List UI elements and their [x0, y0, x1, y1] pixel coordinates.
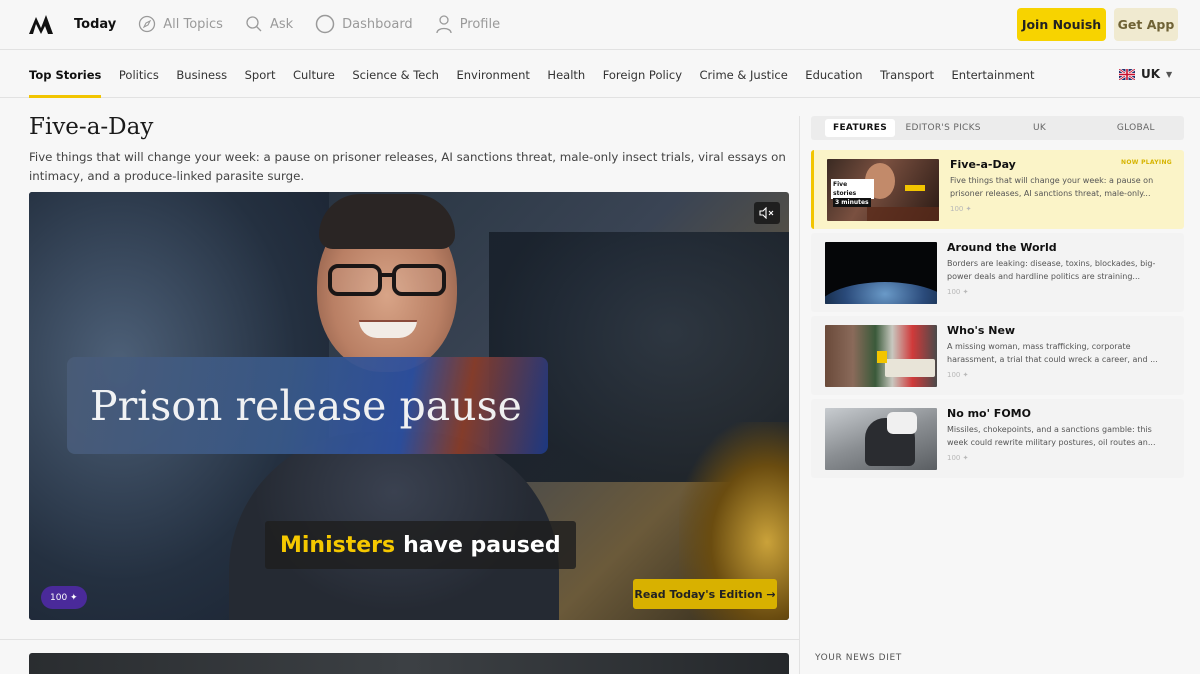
category-environment[interactable]: Environment	[456, 51, 529, 98]
category-science-tech[interactable]: Science & Tech	[352, 51, 439, 98]
search-icon	[246, 16, 262, 32]
user-icon	[436, 15, 452, 34]
circle-icon	[315, 14, 335, 34]
glasses-shape	[328, 264, 446, 296]
person-hair	[319, 194, 455, 249]
thumb-masthead	[867, 207, 939, 221]
thumb-tag	[905, 185, 925, 191]
feature-stat: 100 ✦	[947, 288, 969, 296]
next-story-thumbnail[interactable]	[29, 653, 789, 674]
feature-list: Five stories 3 minutes Five-a-Day NOW PL…	[811, 150, 1184, 482]
feature-thumbnail	[825, 242, 937, 304]
thumb-tag	[877, 351, 887, 363]
category-transport[interactable]: Transport	[880, 51, 934, 98]
news-diet-heading: YOUR NEWS DIET	[815, 653, 902, 663]
read-edition-button[interactable]: Read Today's Edition →	[633, 579, 777, 609]
feature-description: Borders are leaking: disease, toxins, bl…	[947, 259, 1156, 281]
tab-global[interactable]: GLOBAL	[1088, 116, 1184, 140]
tab-features[interactable]: FEATURES	[825, 119, 895, 137]
get-app-button[interactable]: Get App	[1114, 8, 1178, 41]
sidebar-divider	[799, 116, 800, 674]
category-crime-justice[interactable]: Crime & Justice	[700, 51, 788, 98]
category-entertainment[interactable]: Entertainment	[952, 51, 1035, 98]
hero-video[interactable]: Prison release pause Ministers have paus…	[29, 192, 789, 620]
nav-all-topics[interactable]: All Topics	[138, 15, 223, 33]
nav-label: Ask	[269, 16, 294, 32]
sidebar-tabs: FEATURES EDITOR'S PICKS UK GLOBAL	[811, 116, 1184, 140]
top-bar: Today All Topics Ask Dashboard Profile J…	[0, 0, 1200, 50]
category-foreign-policy[interactable]: Foreign Policy	[603, 51, 682, 98]
subtitle-highlight: Ministers	[280, 532, 396, 558]
smile-shape	[359, 320, 417, 338]
category-list: Top Stories Politics Business Sport Culture S…	[29, 51, 1052, 98]
thumb-label-2: 3 minutes	[833, 198, 871, 207]
feature-title: Five-a-Day	[950, 158, 1016, 171]
feature-item-five-a-day[interactable]: Five stories 3 minutes Five-a-Day NOW PL…	[811, 150, 1184, 229]
nav-profile[interactable]: Profile	[435, 14, 500, 34]
logo-icon[interactable]	[28, 12, 54, 36]
nav-label: Profile	[459, 16, 501, 32]
mute-button[interactable]	[754, 202, 780, 224]
now-playing-label: NOW PLAYING	[1121, 159, 1172, 166]
hero-caption-text: Prison release pause	[90, 381, 522, 430]
feature-thumbnail: Five stories 3 minutes	[827, 159, 939, 221]
video-subtitle: Ministers have paused	[265, 521, 576, 569]
thumb-sign	[885, 359, 935, 377]
category-bar: Top Stories Politics Business Sport Culture S…	[0, 51, 1200, 98]
page-title: Five-a-Day	[29, 114, 154, 140]
thumb-shirt	[887, 412, 917, 434]
category-culture[interactable]: Culture	[293, 51, 335, 98]
join-button[interactable]: Join Nouish	[1017, 8, 1106, 41]
nav-ask[interactable]: Ask	[245, 15, 293, 33]
category-politics[interactable]: Politics	[119, 51, 159, 98]
compass-icon	[139, 15, 156, 33]
feature-stat: 100 ✦	[947, 454, 969, 462]
points-badge: 100 ✦	[41, 586, 87, 609]
nav-label: Dashboard	[342, 16, 413, 32]
nav-label: Today	[74, 16, 117, 32]
category-sport[interactable]: Sport	[245, 51, 276, 98]
top-nav: Today All Topics Ask Dashboard Profile	[74, 0, 522, 48]
category-top-stories[interactable]: Top Stories	[29, 51, 102, 98]
hero-caption: Prison release pause	[67, 357, 548, 454]
feature-thumbnail	[825, 325, 937, 387]
page-description: Five things that will change your week: …	[29, 150, 786, 183]
category-business[interactable]: Business	[176, 51, 227, 98]
feature-description: Missiles, chokepoints, and a sanctions g…	[947, 425, 1156, 447]
muted-speaker-icon	[759, 207, 774, 219]
region-selector[interactable]: UK ▼	[1119, 67, 1172, 81]
caret-down-icon: ▼	[1166, 69, 1173, 79]
feature-stat: 100 ✦	[950, 205, 972, 213]
feature-item-no-mo-fomo[interactable]: No mo' FOMO Missiles, chokepoints, and a…	[811, 399, 1184, 478]
tab-uk[interactable]: UK	[991, 116, 1087, 140]
section-divider	[0, 639, 800, 640]
feature-description: A missing woman, mass trafficking, corpo…	[947, 342, 1158, 364]
category-health[interactable]: Health	[547, 51, 585, 98]
nav-label: All Topics	[163, 16, 223, 32]
tab-editor-s-picks[interactable]: EDITOR'S PICKS	[895, 116, 991, 140]
feature-title: Who's New	[947, 324, 1016, 337]
feature-thumbnail	[825, 408, 937, 470]
feature-title: Around the World	[947, 241, 1057, 254]
nav-dashboard[interactable]: Dashboard	[315, 14, 413, 34]
feature-stat: 100 ✦	[947, 371, 969, 379]
uk-flag-icon	[1119, 68, 1135, 80]
feature-item-whos-new[interactable]: Who's New A missing woman, mass traffick…	[811, 316, 1184, 395]
feature-title: No mo' FOMO	[947, 407, 1031, 420]
feature-description: Five things that will change your week: …	[950, 176, 1154, 198]
subtitle-text: have paused	[403, 532, 561, 558]
nav-today[interactable]: Today	[74, 17, 116, 32]
thumb-label-1: Five stories	[833, 181, 857, 197]
feature-item-around-the-world[interactable]: Around the World Borders are leaking: di…	[811, 233, 1184, 312]
category-education[interactable]: Education	[805, 51, 862, 98]
region-label: UK	[1141, 67, 1161, 81]
thumb-label: Five stories 3 minutes	[831, 179, 874, 207]
thumb-earth	[825, 282, 937, 304]
